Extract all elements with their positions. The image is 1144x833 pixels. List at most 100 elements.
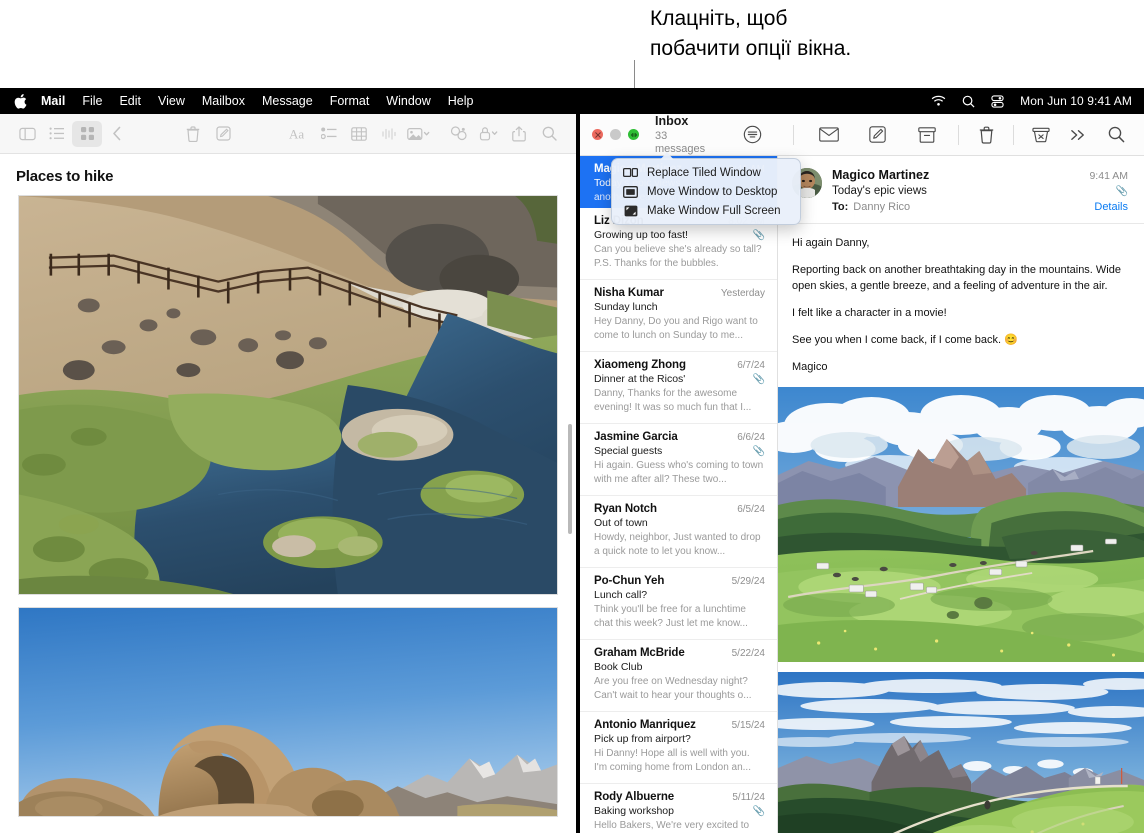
ridge-trail-photo[interactable] — [778, 672, 1144, 833]
message-sender: Nisha Kumar — [594, 287, 664, 299]
checklist-icon[interactable] — [314, 121, 344, 147]
desktop: Aa — [0, 114, 1144, 833]
callout-text: Клацніть, щоб побачити опції вікна. — [650, 4, 851, 65]
sidebar-toggle-icon[interactable] — [12, 121, 42, 147]
message-list-item[interactable]: Xiaomeng Zhong 6/7/24 Dinner at the Rico… — [580, 352, 777, 424]
message-sender: Ryan Notch — [594, 503, 657, 515]
to-label: To: — [832, 201, 848, 213]
filter-icon[interactable] — [734, 120, 772, 150]
message-paragraph: Magico — [792, 360, 1128, 376]
gallery-view-icon[interactable] — [72, 121, 102, 147]
message-recipient: To: Danny Rico — [832, 201, 910, 213]
rock-arch-photo[interactable] — [18, 607, 558, 817]
apple-logo-icon[interactable] — [14, 94, 27, 109]
spotlight-search-icon[interactable] — [962, 95, 975, 108]
svg-text:Aa: Aa — [289, 127, 304, 141]
message-preview: Howdy, neighbor, Just wanted to drop a q… — [594, 531, 765, 558]
lock-icon[interactable] — [474, 121, 504, 147]
message-paragraph: Hi again Danny, — [792, 236, 1128, 252]
message-list-item[interactable]: Rody Albuerne 5/11/24 Baking workshop 📎 … — [580, 784, 777, 833]
message-preview: Hey Danny, Do you and Rigo want to come … — [594, 315, 765, 342]
message-paragraph: I felt like a character in a movie! — [792, 306, 1128, 322]
message-sender: Rody Albuerne — [594, 791, 674, 803]
table-icon[interactable] — [344, 121, 374, 147]
notes-scrollbar[interactable] — [568, 424, 572, 534]
message-subject: Out of town — [594, 517, 648, 529]
minimize-button[interactable] — [610, 129, 621, 140]
message-subject: Pick up from airport? — [594, 733, 691, 745]
note-content — [0, 195, 576, 817]
desktop-window-icon — [623, 185, 638, 198]
menu-item-mail[interactable]: Mail — [41, 94, 65, 108]
message-preview: Hello Bakers, We're very excited to have… — [594, 819, 765, 833]
message-preview: Can you believe she's already so tall? P… — [594, 243, 765, 270]
audio-waveform-icon[interactable] — [374, 121, 404, 147]
message-sender-name: Magico Martinez — [832, 168, 929, 182]
menu-item-window[interactable]: Window — [386, 94, 430, 108]
message-sender: Antonio Manriquez — [594, 719, 696, 731]
hot-creek-river-photo[interactable] — [18, 195, 558, 595]
message-preview: Hi Danny! Hope all is well with you. I'm… — [594, 747, 765, 774]
menu-item-mailbox[interactable]: Mailbox — [202, 94, 245, 108]
more-toolbar-icon[interactable] — [1060, 120, 1098, 150]
paperclip-icon: 📎 — [1113, 186, 1128, 197]
message-subject: Book Club — [594, 661, 642, 673]
details-link[interactable]: Details — [1094, 201, 1128, 213]
message-paragraph: See you when I come back, if I come back… — [792, 333, 1128, 349]
to-value: Danny Rico — [853, 201, 910, 213]
menu-item-format[interactable]: Format — [330, 94, 370, 108]
message-list-item[interactable]: Nisha Kumar Yesterday Sunday lunch Hey D… — [580, 280, 777, 352]
back-chevron-icon[interactable] — [102, 121, 132, 147]
list-view-icon[interactable] — [42, 121, 72, 147]
mail-toolbar: Inbox 33 messages — [580, 114, 1144, 156]
media-insert-icon[interactable] — [404, 121, 434, 147]
message-list-item[interactable]: Graham McBride 5/22/24 Book Club Are you… — [580, 640, 777, 712]
menu-item-file[interactable]: File — [82, 94, 102, 108]
control-center-icon[interactable] — [991, 95, 1004, 108]
mailbox-message-count: 33 messages — [655, 130, 705, 155]
mailbox-title: Inbox — [655, 114, 705, 128]
format-text-icon[interactable]: Aa — [284, 121, 314, 147]
menu-item-replace-tiled-window[interactable]: Replace Tiled Window — [612, 163, 800, 182]
popup-item-label: Make Window Full Screen — [647, 205, 781, 217]
junk-icon[interactable] — [1022, 120, 1060, 150]
archive-icon[interactable] — [908, 120, 946, 150]
message-list-item[interactable]: Jasmine Garcia 6/6/24 Special guests 📎 H… — [580, 424, 777, 496]
message-subject: Sunday lunch — [594, 301, 658, 313]
menu-bar-clock[interactable]: Mon Jun 10 9:41 AM — [1020, 94, 1132, 108]
wifi-icon[interactable] — [931, 95, 946, 107]
message-preview: Danny, Thanks for the awesome evening! I… — [594, 387, 765, 414]
compose-note-icon[interactable] — [208, 121, 238, 147]
collaborate-icon[interactable] — [444, 121, 474, 147]
message-paragraph: Reporting back on another breathtaking d… — [792, 263, 1128, 295]
trash-icon[interactable] — [967, 120, 1005, 150]
trash-icon[interactable] — [178, 121, 208, 147]
message-list-item[interactable]: Po-Chun Yeh 5/29/24 Lunch call? Think yo… — [580, 568, 777, 640]
mail-icon[interactable] — [810, 120, 848, 150]
menu-item-edit[interactable]: Edit — [119, 94, 141, 108]
mail-content-area: Magico Martinez 9:41 AM Today's epic vie… — [580, 156, 1144, 833]
menu-item-view[interactable]: View — [158, 94, 185, 108]
menu-item-move-window-to-desktop[interactable]: Move Window to Desktop — [612, 182, 800, 201]
window-traffic-lights — [580, 129, 639, 140]
menu-item-make-window-full-screen[interactable]: Make Window Full Screen — [612, 201, 800, 220]
message-preview: Hi again. Guess who's coming to town wit… — [594, 459, 765, 486]
search-icon[interactable] — [1098, 120, 1136, 150]
message-subject: Baking workshop — [594, 805, 674, 817]
message-subject: Today's epic views — [832, 185, 927, 197]
notes-window: Aa — [0, 114, 576, 833]
close-button[interactable] — [592, 129, 603, 140]
menu-item-help[interactable]: Help — [448, 94, 474, 108]
message-reading-pane: Magico Martinez 9:41 AM Today's epic vie… — [778, 156, 1144, 833]
message-list-item[interactable]: Ryan Notch 6/5/24 Out of town Howdy, nei… — [580, 496, 777, 568]
menu-item-message[interactable]: Message — [262, 94, 313, 108]
message-date: 5/22/24 — [728, 648, 765, 659]
compose-icon[interactable] — [858, 120, 896, 150]
message-list[interactable]: Magico Martinez 9:41 AM Today's epic vie… — [580, 156, 778, 833]
maximize-button[interactable] — [628, 129, 639, 140]
search-icon[interactable] — [534, 121, 564, 147]
message-list-item[interactable]: Antonio Manriquez 5/15/24 Pick up from a… — [580, 712, 777, 784]
share-icon[interactable] — [504, 121, 534, 147]
message-date: 6/5/24 — [733, 504, 765, 515]
alpine-meadow-photo[interactable] — [778, 387, 1144, 662]
